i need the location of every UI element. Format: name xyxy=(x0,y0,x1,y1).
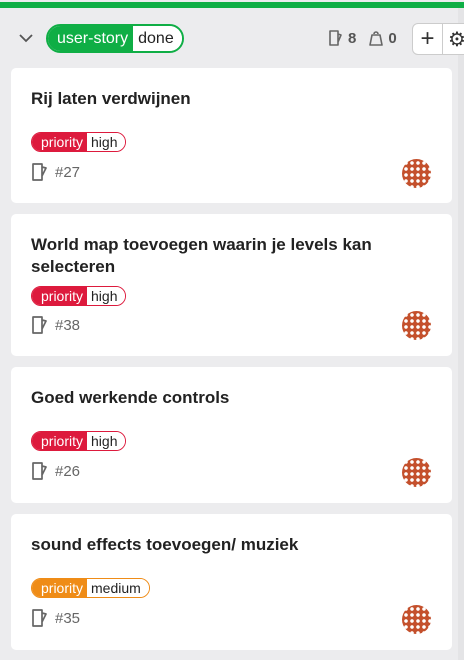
issue-title[interactable]: Rij laten verdwijnen xyxy=(31,88,422,110)
priority-key: priority xyxy=(32,287,88,305)
issue-card[interactable]: sound effects toevoegen/ muziek priority… xyxy=(11,514,452,650)
gear-icon: ⚙ xyxy=(448,28,464,51)
settings-button[interactable]: ⚙ xyxy=(441,24,464,54)
column-header: user-story done 8 0 + ⚙ xyxy=(0,22,464,56)
issue-title[interactable]: Goed werkende controls xyxy=(31,387,422,409)
issue-reference: #27 xyxy=(31,162,80,182)
priority-label: priority medium xyxy=(31,578,150,598)
column-color-bar xyxy=(0,2,464,8)
priority-key: priority xyxy=(32,133,88,151)
priority-key: priority xyxy=(32,432,88,450)
priority-value: high xyxy=(87,133,126,151)
issue-icon xyxy=(329,30,342,46)
label-value: done xyxy=(133,26,182,51)
column-counts: 8 0 xyxy=(328,29,397,47)
issue-reference: #26 xyxy=(31,461,80,481)
weight-icon xyxy=(369,31,384,46)
assignee-avatar[interactable] xyxy=(402,458,431,487)
issue-number: #38 xyxy=(55,316,81,334)
assignee-avatar[interactable] xyxy=(402,159,431,188)
issue-icon xyxy=(32,316,47,334)
assignee-avatar[interactable] xyxy=(402,605,431,634)
chevron-down-icon[interactable] xyxy=(16,28,36,48)
priority-value: medium xyxy=(87,579,149,597)
priority-label: priority high xyxy=(31,286,127,306)
issue-number: #26 xyxy=(55,462,81,480)
issue-title[interactable]: World map toevoegen waarin je levels kan… xyxy=(31,234,422,278)
issue-icon xyxy=(32,163,47,181)
priority-label: priority high xyxy=(31,431,127,451)
weight-count: 0 xyxy=(388,29,397,47)
priority-key: priority xyxy=(32,579,88,597)
issue-count: 8 xyxy=(348,29,357,47)
new-issue-button[interactable]: + xyxy=(413,24,442,54)
scrollbar[interactable] xyxy=(458,8,464,660)
priority-label: priority high xyxy=(31,132,127,152)
issue-reference: #35 xyxy=(31,608,80,628)
issue-card[interactable]: World map toevoegen waarin je levels kan… xyxy=(11,214,452,356)
priority-value: high xyxy=(87,287,126,305)
issue-card[interactable]: Goed werkende controls priority high #26 xyxy=(11,367,452,503)
assignee-avatar[interactable] xyxy=(402,311,431,340)
issue-icon xyxy=(32,462,47,480)
issue-card[interactable]: Rij laten verdwijnen priority high #27 xyxy=(11,68,452,203)
label-key: user-story xyxy=(48,26,134,51)
plus-icon: + xyxy=(420,25,435,52)
column-label: user-story done xyxy=(46,24,184,53)
priority-value: high xyxy=(87,432,126,450)
issue-title[interactable]: sound effects toevoegen/ muziek xyxy=(31,534,422,556)
issue-reference: #38 xyxy=(31,315,80,335)
issue-number: #27 xyxy=(55,163,81,181)
column-actions: + ⚙ xyxy=(412,23,464,55)
issue-icon xyxy=(32,609,47,627)
issue-number: #35 xyxy=(55,609,81,627)
